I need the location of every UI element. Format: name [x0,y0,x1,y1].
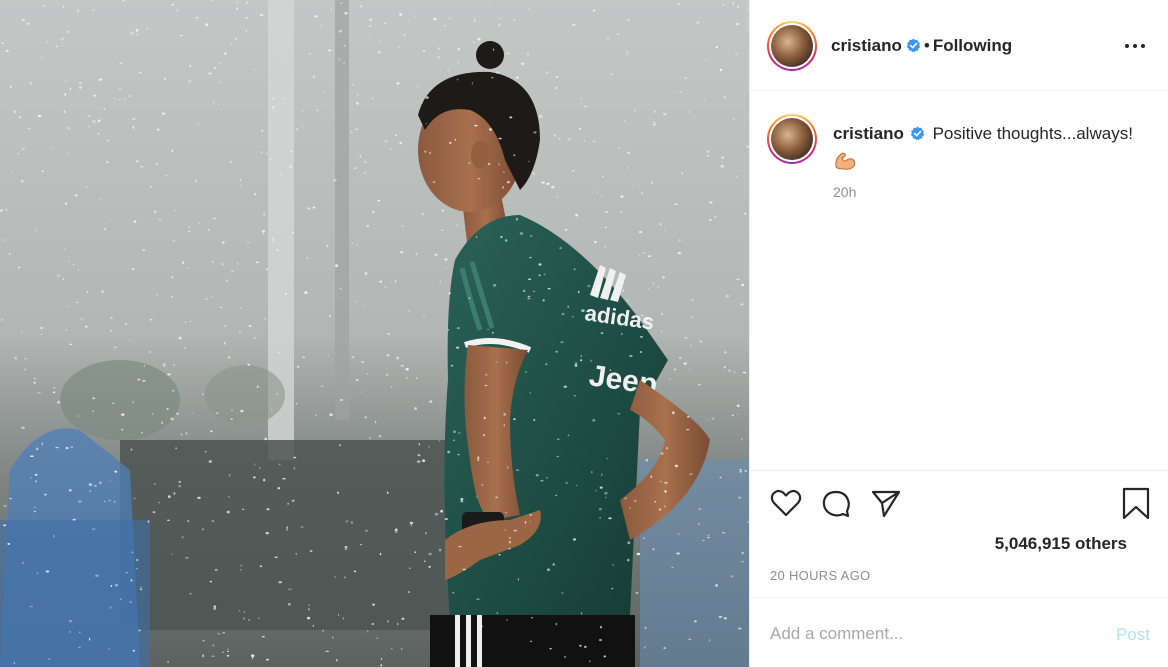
comment-input[interactable] [770,618,1090,650]
paper-plane-icon[interactable] [870,488,902,523]
likes-count[interactable]: 5,046,915 others [995,534,1127,554]
comment-bubble-icon[interactable] [820,488,852,525]
caption-avatar-image [771,118,813,160]
caption-body: Positive thoughts...always! [932,124,1133,143]
more-options-icon[interactable] [1123,36,1147,56]
post-header: cristiano • Following [750,0,1168,91]
post-comment-button[interactable]: Post [1116,625,1150,645]
caption-text: cristiano Positive thoughts...always! [833,123,1153,177]
caption-username[interactable]: cristiano [833,124,904,143]
header-username-row: cristiano • Following [831,36,1012,58]
actions-section: 5,046,915 others 20 HOURS AGO [750,470,1168,596]
photo-illustration: adidas Jeep [0,0,749,667]
caption-section: cristiano Positive thoughts...always! 20… [750,92,1168,470]
caption-avatar[interactable] [767,114,817,164]
heart-icon[interactable] [770,488,802,523]
follow-separator: • [923,36,930,55]
caption-time[interactable]: 20h [833,184,856,200]
avatar-image [771,25,813,67]
avatar[interactable] [767,21,817,71]
verified-badge-icon [906,38,921,58]
comment-bar: Post [750,597,1168,667]
verified-badge-icon [910,125,925,147]
post-details-panel: cristiano • Following cristiano Positive t… [749,0,1168,667]
flexed-biceps-icon [833,149,1153,177]
following-button[interactable]: Following [933,36,1012,55]
posted-timestamp: 20 HOURS AGO [770,568,871,583]
post-photo[interactable]: adidas Jeep [0,0,749,667]
header-username[interactable]: cristiano [831,36,902,55]
bookmark-icon[interactable] [1122,487,1150,526]
